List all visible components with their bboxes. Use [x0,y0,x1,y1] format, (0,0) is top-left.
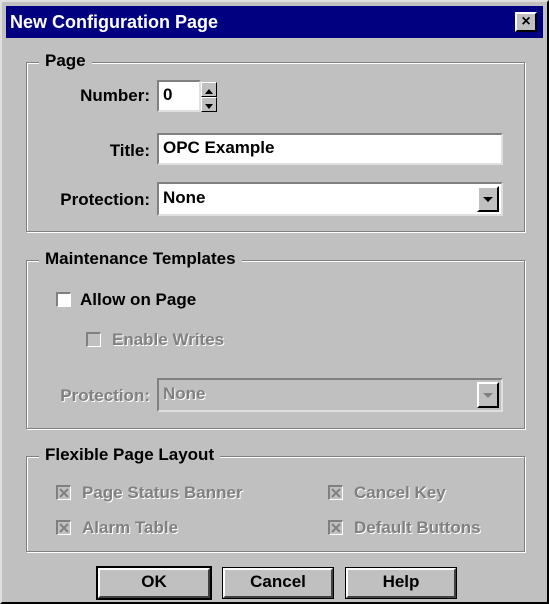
check-icon [331,523,341,533]
title-bar: New Configuration Page × [6,6,543,38]
cancel-key-checkbox[interactable] [328,485,343,500]
default-buttons-checkbox[interactable] [328,520,343,535]
maintenance-protection-select[interactable]: None [157,378,503,412]
protection-select[interactable]: None [157,182,503,216]
protection-dropdown-button[interactable] [477,186,499,212]
number-label: Number: [80,86,150,105]
window-title: New Configuration Page [10,12,219,32]
spin-up-button[interactable] [201,82,217,97]
page-group-legend: Page [39,51,92,71]
maintenance-protection-label: Protection: [60,386,150,405]
chevron-down-icon [483,197,493,202]
help-button[interactable]: Help [345,567,457,599]
page-status-banner-checkbox[interactable] [56,485,71,500]
alarm-table-checkbox[interactable] [56,520,71,535]
close-button[interactable]: × [515,12,537,32]
layout-group-legend: Flexible Page Layout [39,445,221,465]
check-icon [331,488,341,498]
protection-label: Protection: [60,190,150,209]
allow-on-page-label[interactable]: Allow on Page [80,290,196,310]
default-buttons-label[interactable]: Default Buttons [354,518,481,538]
cancel-button[interactable]: Cancel [222,567,334,599]
maintenance-group-legend: Maintenance Templates [39,249,242,269]
ok-button[interactable]: OK [96,566,212,600]
spin-down-button[interactable] [201,97,217,112]
enable-writes-label[interactable]: Enable Writes [112,330,224,350]
page-status-banner-label[interactable]: Page Status Banner [82,483,243,503]
allow-on-page-checkbox[interactable] [56,292,71,307]
close-icon: × [521,13,531,30]
new-configuration-page-dialog: New Configuration Page × Page Number: 0 … [0,0,549,604]
title-label: Title: [109,141,150,160]
number-spinner[interactable] [201,82,217,112]
title-field[interactable]: OPC Example [157,133,503,165]
number-field[interactable]: 0 [157,80,201,112]
chevron-down-icon [483,393,493,398]
check-icon [59,523,69,533]
alarm-table-label[interactable]: Alarm Table [82,518,178,538]
maintenance-protection-dropdown-button[interactable] [477,382,499,408]
check-icon [59,488,69,498]
cancel-key-label[interactable]: Cancel Key [354,483,446,503]
arrow-down-icon [205,104,213,109]
enable-writes-checkbox[interactable] [86,332,101,347]
